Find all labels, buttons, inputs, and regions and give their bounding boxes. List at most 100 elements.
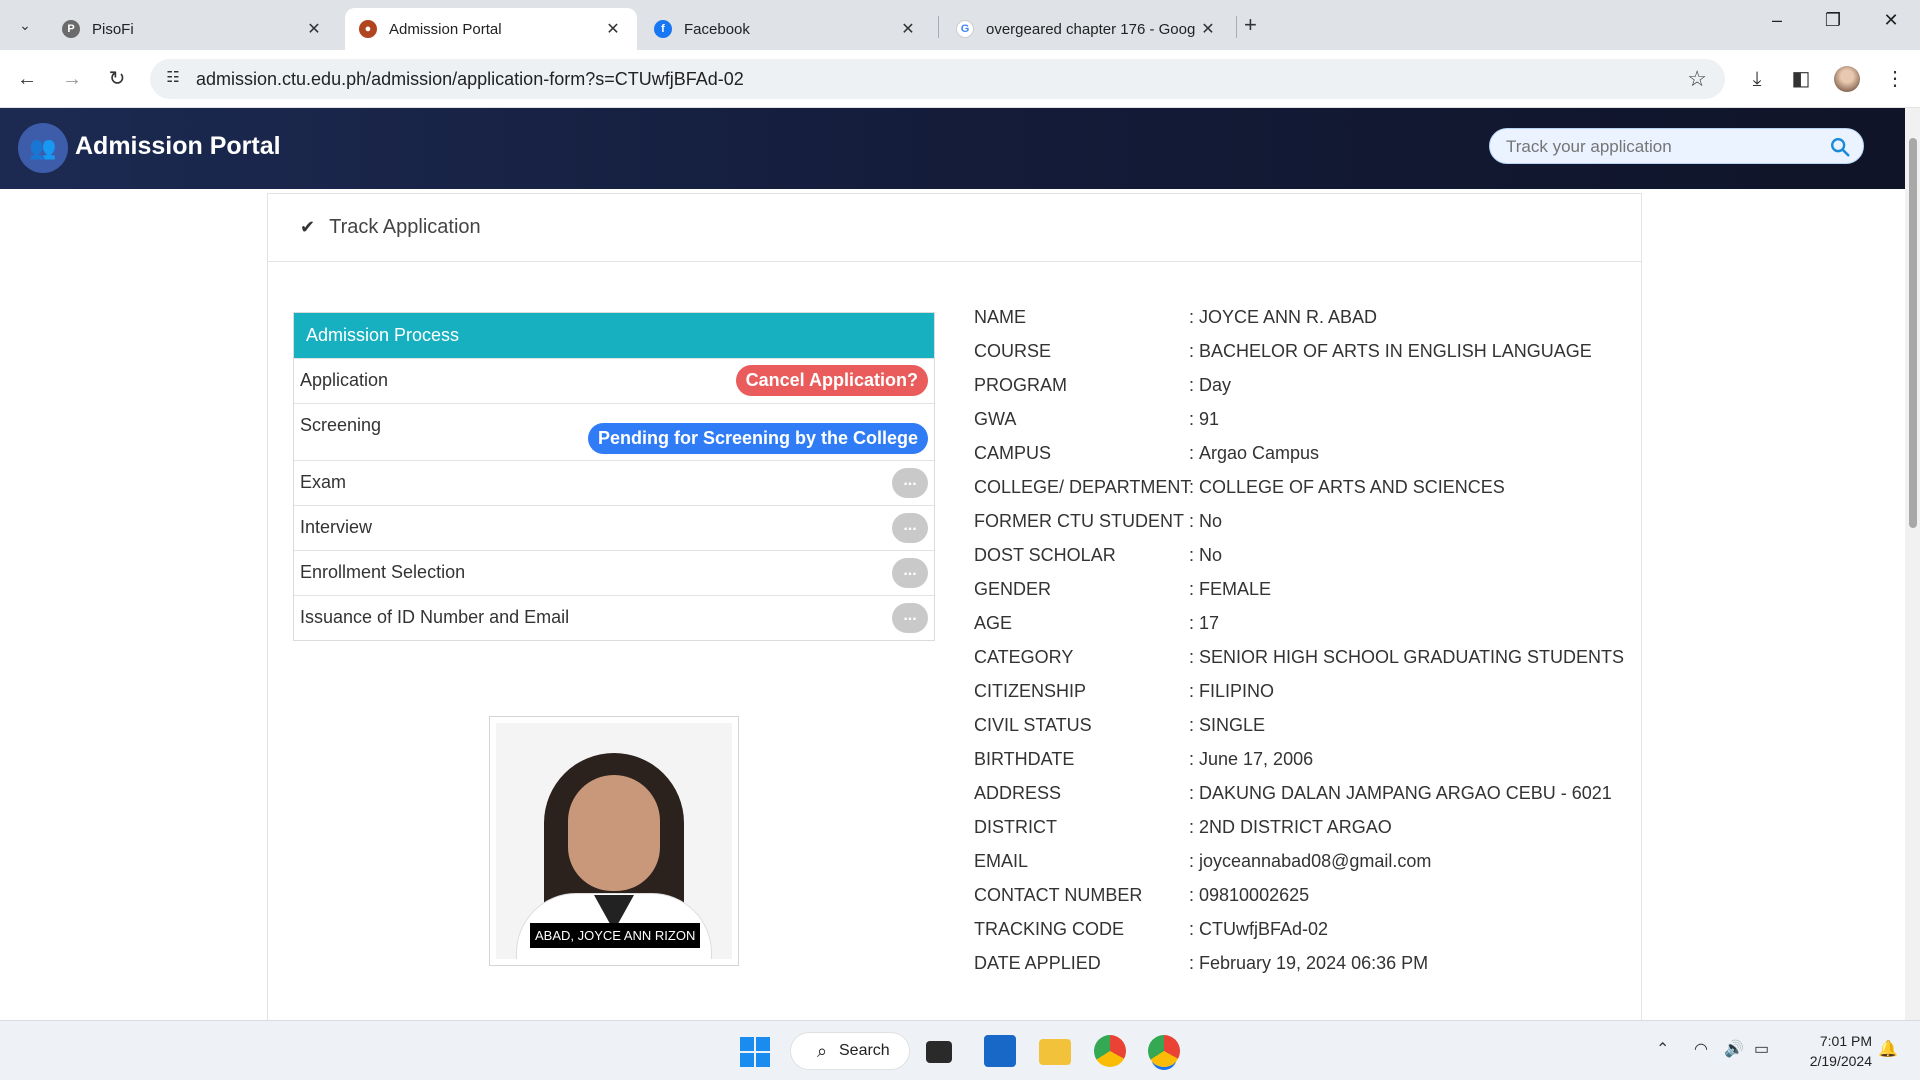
detail-colon: : [1189, 613, 1195, 633]
browser-toolbar: ← → ↻ ☷ admission.ctu.edu.ph/admission/a… [0, 50, 1920, 108]
detail-label: COURSE [974, 341, 1052, 361]
detail-value: COLLEGE OF ARTS AND SCIENCES [1199, 477, 1505, 497]
detail-colon: : [1189, 443, 1195, 463]
volume-icon[interactable]: 🔊 [1724, 1039, 1744, 1059]
file-explorer-icon[interactable] [1039, 1039, 1071, 1065]
admission-process-panel: Admission Process Application Cancel App… [293, 312, 935, 641]
windows-taskbar: ⌕ Search ⌃ ◠ 🔊 ▭ 7:01 PM 2/19/2024 🔔 [0, 1020, 1920, 1080]
detail-label: ADDRESS [974, 783, 1062, 803]
step-label: Application [300, 370, 389, 390]
close-tab-icon[interactable]: ✕ [603, 19, 623, 39]
tab-pisofi[interactable]: P PisoFi ✕ [48, 8, 338, 50]
detail-colon: : [1189, 647, 1195, 667]
detail-value: FEMALE [1199, 579, 1272, 599]
detail-label: CONTACT NUMBER [974, 885, 1143, 905]
step-label: Screening [300, 415, 382, 435]
taskbar-search-button[interactable]: ⌕ Search [790, 1032, 910, 1070]
detail-value: 09810002625 [1199, 885, 1310, 905]
process-step-screening: Screening Pending for Screening by the C… [294, 403, 934, 460]
bookmark-star-icon[interactable]: ☆ [1687, 66, 1707, 92]
detail-colon: : [1189, 477, 1195, 497]
detail-value: Day [1199, 375, 1232, 395]
detail-label: FORMER CTU STUDENT [974, 511, 1184, 531]
profile-avatar[interactable] [1834, 66, 1860, 92]
detail-value: No [1199, 545, 1223, 565]
pending-dots-badge: ... [892, 513, 928, 543]
detail-colon: : [1189, 545, 1195, 565]
card-header: ✔ Track Application [268, 194, 1641, 262]
detail-label: EMAIL [974, 851, 1029, 871]
scrollbar-thumb[interactable] [1909, 138, 1917, 528]
google-favicon-icon: G [956, 20, 974, 38]
check-icon: ✔ [300, 217, 316, 237]
task-view-icon[interactable] [926, 1041, 952, 1063]
battery-icon[interactable]: ▭ [1754, 1039, 1769, 1059]
pending-dots-badge: ... [892, 603, 928, 633]
detail-colon: : [1189, 919, 1195, 939]
detail-value: BACHELOR OF ARTS IN ENGLISH LANGUAGE [1199, 341, 1592, 361]
tray-chevron-up-icon[interactable]: ⌃ [1656, 1039, 1669, 1059]
detail-label: GENDER [974, 579, 1052, 599]
restore-icon[interactable]: ❐ [1818, 10, 1848, 31]
microsoft-store-icon[interactable] [984, 1035, 1016, 1067]
detail-value: CTUwfjBFAd-02 [1199, 919, 1329, 939]
more-menu-icon[interactable]: ⋮ [1880, 64, 1910, 94]
cancel-application-button[interactable]: Cancel Application? [735, 365, 928, 396]
page-scrollbar[interactable] [1905, 108, 1920, 1020]
detail-label: PROGRAM [974, 375, 1068, 395]
tab-facebook[interactable]: f Facebook ✕ [640, 8, 932, 50]
site-brand-title[interactable]: Admission Portal [75, 132, 281, 161]
track-search-input[interactable] [1506, 136, 1826, 158]
process-heading: Admission Process [294, 313, 934, 358]
forward-arrow-icon[interactable]: → [57, 64, 87, 94]
tab-separator [1236, 16, 1237, 38]
side-panel-icon[interactable]: ◧ [1786, 64, 1816, 94]
process-step-interview: Interview ... [294, 505, 934, 550]
detail-value: June 17, 2006 [1199, 749, 1314, 769]
detail-label: CITIZENSHIP [974, 681, 1087, 701]
photo-face [568, 775, 660, 891]
track-application-search[interactable] [1489, 128, 1864, 164]
tab-title: Facebook [684, 20, 750, 38]
step-label: Issuance of ID Number and Email [300, 607, 570, 627]
applicant-photo: ABAD, JOYCE ANN RIZON [496, 723, 732, 959]
chrome-profile-icon[interactable] [1148, 1035, 1180, 1067]
url-text[interactable]: admission.ctu.edu.ph/admission/applicati… [196, 69, 744, 90]
pisofi-favicon-icon: P [62, 20, 80, 38]
detail-value: 91 [1199, 409, 1220, 429]
detail-colon: : [1189, 817, 1195, 837]
close-tab-icon[interactable]: ✕ [1198, 19, 1218, 39]
users-logo-icon: 👥 [18, 123, 68, 173]
close-window-icon[interactable]: ✕ [1876, 10, 1906, 31]
detail-label: DISTRICT [974, 817, 1057, 837]
taskbar-clock[interactable]: 7:01 PM 2/19/2024 [1782, 1031, 1872, 1071]
reload-icon[interactable]: ↻ [102, 64, 132, 94]
close-tab-icon[interactable]: ✕ [898, 19, 918, 39]
detail-label: CIVIL STATUS [974, 715, 1092, 735]
tab-search-chevron-icon[interactable]: ⌄ [10, 10, 40, 40]
facebook-favicon-icon: f [654, 20, 672, 38]
windows-start-icon[interactable] [740, 1037, 770, 1067]
back-arrow-icon[interactable]: ← [12, 64, 42, 94]
tab-admission-portal[interactable]: ● Admission Portal ✕ [345, 8, 637, 50]
address-bar[interactable]: ☷ admission.ctu.edu.ph/admission/applica… [150, 59, 1725, 99]
notification-bell-icon[interactable]: 🔔 [1878, 1039, 1898, 1059]
detail-label: GWA [974, 409, 1017, 429]
detail-value: SENIOR HIGH SCHOOL GRADUATING STUDENTS [1199, 647, 1625, 667]
minimize-icon[interactable]: – [1762, 10, 1792, 31]
chrome-icon[interactable] [1094, 1035, 1126, 1067]
download-icon[interactable]: ⤓ [1742, 64, 1772, 94]
wifi-icon[interactable]: ◠ [1694, 1039, 1708, 1059]
detail-colon: : [1189, 749, 1195, 769]
tab-google-search[interactable]: G overgeared chapter 176 - Goog ✕ [942, 8, 1232, 50]
site-info-tune-icon[interactable]: ☷ [162, 68, 184, 90]
pending-dots-badge: ... [892, 468, 928, 498]
detail-value: FILIPINO [1199, 681, 1275, 701]
close-tab-icon[interactable]: ✕ [304, 19, 324, 39]
detail-label: AGE [974, 613, 1013, 633]
new-tab-plus-icon[interactable]: + [1244, 12, 1257, 38]
card-title: Track Application [329, 216, 481, 238]
taskbar-search-label: Search [839, 1042, 890, 1059]
tab-title: PisoFi [92, 20, 134, 38]
search-icon[interactable] [1829, 136, 1851, 158]
